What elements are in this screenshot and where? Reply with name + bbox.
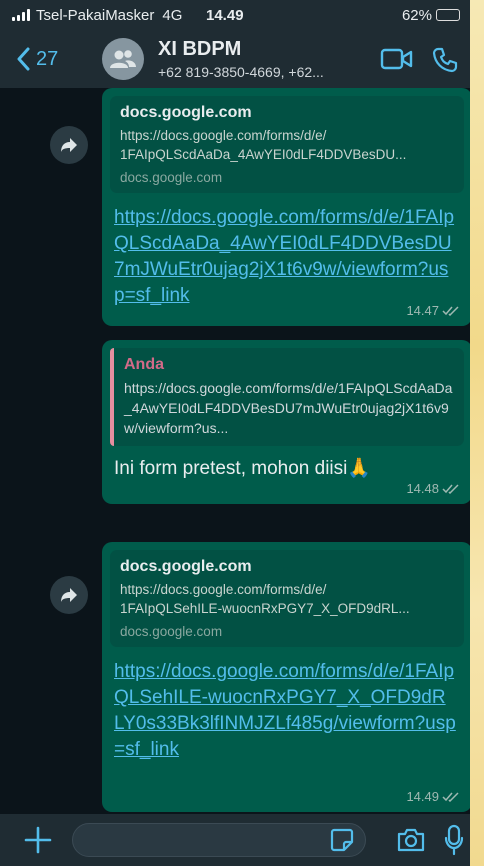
whatsapp-chat-screen: Tsel-PakaiMasker 4G 14.49 62% 27 XI BDPM…	[0, 0, 470, 866]
microphone-icon[interactable]	[444, 824, 464, 861]
battery-icon	[436, 9, 460, 21]
battery-indicator: 62%	[402, 7, 460, 24]
message-time: 14.47	[406, 303, 439, 318]
signal-strength-icon	[12, 9, 30, 21]
quote-text: https://docs.google.com/forms/d/e/1FAIpQ…	[124, 380, 453, 436]
network-type: 4G	[162, 6, 183, 24]
chat-title-block[interactable]: XI BDPM +62 819-3850-4669, +62...	[158, 38, 324, 80]
forward-icon	[61, 588, 77, 602]
status-time: 14.49	[206, 6, 244, 24]
carrier-name: Tsel-PakaiMasker	[36, 6, 155, 24]
group-name: XI BDPM	[158, 38, 242, 60]
message-text: Ini form pretest, mohon diisi🙏	[114, 458, 372, 479]
unread-count: 27	[36, 47, 59, 70]
link-preview-url: 1FAIpQLSehILE-wuocnRxPGY7_X_OFD9dRL...	[120, 601, 410, 616]
outgoing-message-bubble[interactable]: docs.google.com https://docs.google.com/…	[102, 542, 470, 812]
plus-icon[interactable]	[24, 826, 52, 859]
read-ticks-icon	[442, 305, 459, 316]
message-input-bar	[0, 814, 470, 866]
message-list[interactable]: docs.google.com https://docs.google.com/…	[0, 88, 470, 814]
message-time: 14.49	[406, 789, 439, 804]
screen-edge-decoration	[470, 0, 484, 866]
message-time: 14.48	[406, 481, 439, 496]
link-preview-url: https://docs.google.com/forms/d/e/	[120, 582, 327, 597]
quoted-message[interactable]: Anda https://docs.google.com/forms/d/e/1…	[110, 348, 464, 446]
quote-author: Anda	[124, 356, 164, 373]
status-bar: Tsel-PakaiMasker 4G 14.49 62%	[0, 0, 470, 30]
sticker-icon[interactable]	[330, 828, 354, 857]
read-ticks-icon	[442, 791, 459, 802]
link-preview-domain: docs.google.com	[120, 624, 223, 639]
chat-header: 27 XI BDPM +62 819-3850-4669, +62...	[0, 30, 470, 88]
message-timestamp: 14.49	[406, 789, 460, 804]
forward-button[interactable]	[50, 126, 88, 164]
link-preview-title: docs.google.com	[120, 104, 252, 121]
voice-call-icon[interactable]	[432, 47, 458, 78]
read-ticks-icon	[442, 483, 459, 494]
group-avatar[interactable]	[102, 38, 144, 80]
forward-icon	[61, 138, 77, 152]
link-preview-url: https://docs.google.com/forms/d/e/	[120, 128, 327, 143]
link-preview-title: docs.google.com	[120, 558, 252, 575]
group-participants: +62 819-3850-4669, +62...	[158, 64, 324, 80]
forward-button[interactable]	[50, 576, 88, 614]
camera-icon[interactable]	[396, 827, 426, 858]
message-timestamp: 14.48	[406, 481, 460, 496]
outgoing-message-bubble[interactable]: Anda https://docs.google.com/forms/d/e/1…	[102, 340, 470, 504]
link-preview-domain: docs.google.com	[120, 170, 223, 185]
battery-percent: 62%	[401, 6, 432, 24]
message-link[interactable]: https://docs.google.com/forms/d/e/1FAIpQ…	[110, 659, 460, 763]
message-input[interactable]	[72, 823, 366, 857]
link-preview-url: 1FAIpQLScdAaDa_4AwYEI0dLF4DDVBesDU...	[120, 147, 407, 162]
link-preview[interactable]: docs.google.com https://docs.google.com/…	[110, 96, 464, 193]
message-link[interactable]: https://docs.google.com/forms/d/e/1FAIpQ…	[110, 205, 460, 309]
video-call-icon[interactable]	[380, 47, 414, 76]
chevron-left-icon	[17, 47, 30, 71]
link-preview[interactable]: docs.google.com https://docs.google.com/…	[110, 550, 464, 647]
back-button[interactable]: 27	[16, 47, 58, 71]
outgoing-message-bubble[interactable]: docs.google.com https://docs.google.com/…	[102, 88, 470, 326]
group-people-icon	[110, 50, 136, 68]
message-timestamp: 14.47	[406, 303, 460, 318]
